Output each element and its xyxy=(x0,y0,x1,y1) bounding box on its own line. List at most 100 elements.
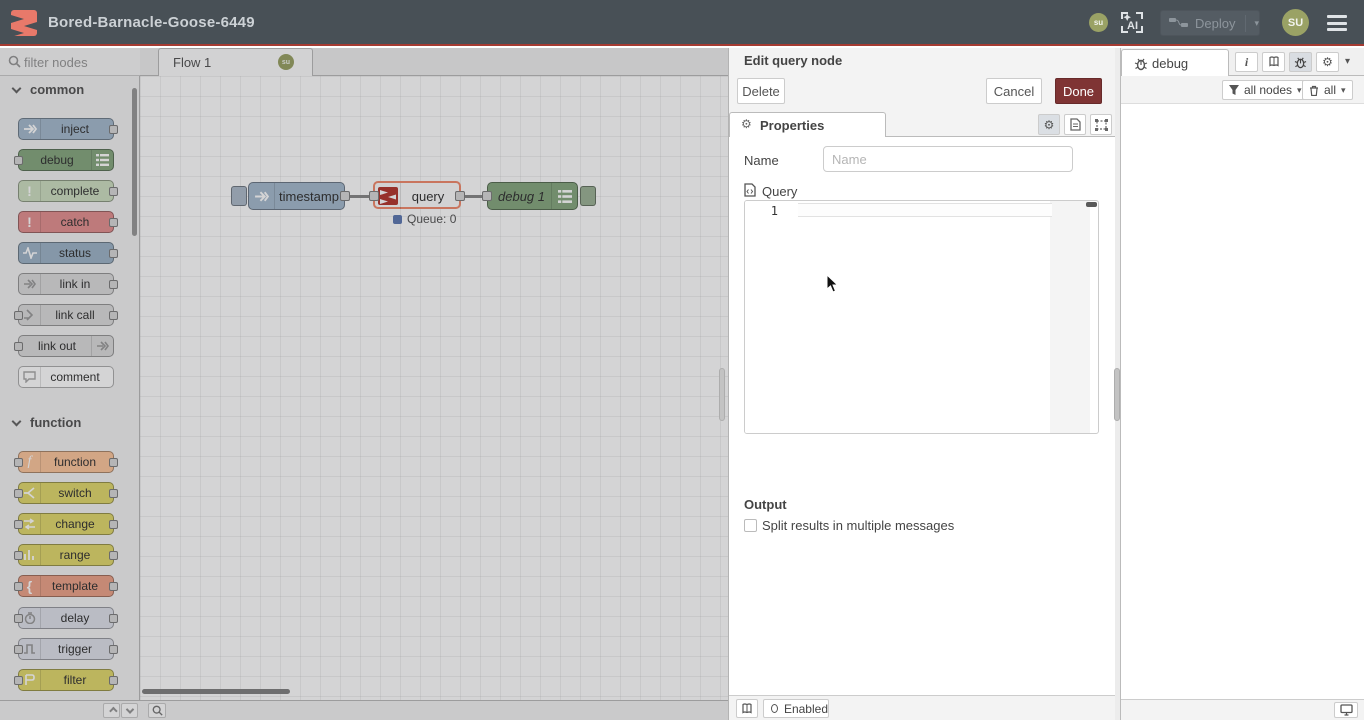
sidebar-menu-caret[interactable]: ▾ xyxy=(1345,56,1350,67)
palette-node-range[interactable]: range xyxy=(18,544,114,566)
canvas-node-query[interactable]: query xyxy=(373,181,461,209)
canvas-node-debug-1[interactable]: debug 1 xyxy=(487,182,578,210)
node-port[interactable] xyxy=(109,551,118,560)
palette-node-status[interactable]: status xyxy=(18,242,114,264)
node-port[interactable] xyxy=(14,489,23,498)
bug-icon xyxy=(1294,56,1307,69)
palette-node-function[interactable]: f function xyxy=(18,451,114,473)
node-port[interactable] xyxy=(14,311,23,320)
node-port[interactable] xyxy=(109,458,118,467)
edit-description-button[interactable] xyxy=(1064,114,1086,135)
palette-node-template[interactable]: { template xyxy=(18,575,114,597)
node-port[interactable] xyxy=(14,614,23,623)
category-function[interactable]: function xyxy=(0,413,139,435)
node-port[interactable] xyxy=(14,520,23,529)
palette-search[interactable] xyxy=(0,48,140,76)
node-port[interactable] xyxy=(109,676,118,685)
collaborator-avatar[interactable]: su xyxy=(1089,13,1108,32)
library-button[interactable] xyxy=(736,699,758,718)
node-port[interactable] xyxy=(14,342,23,351)
cancel-button[interactable]: Cancel xyxy=(986,78,1042,104)
canvas-node-timestamp[interactable]: timestamp xyxy=(248,182,345,210)
palette-node-filter[interactable]: filter xyxy=(18,669,114,691)
tab-debug[interactable]: debug xyxy=(1121,49,1229,76)
zoom-search-button[interactable] xyxy=(148,703,166,718)
config-tab-button[interactable]: ⚙ xyxy=(1316,52,1339,72)
deploy-caret-icon[interactable]: ▾ xyxy=(1245,15,1259,32)
palette-node-delay[interactable]: delay xyxy=(18,607,114,629)
open-in-window-button[interactable] xyxy=(1334,702,1358,718)
node-port[interactable] xyxy=(482,191,492,201)
edit-properties-button[interactable]: ⚙ xyxy=(1038,114,1060,135)
palette-node-comment[interactable]: comment xyxy=(18,366,114,388)
node-port[interactable] xyxy=(109,218,118,227)
node-port[interactable] xyxy=(109,489,118,498)
status-dot-icon xyxy=(393,215,402,224)
palette-node-complete[interactable]: ! complete xyxy=(18,180,114,202)
expand-all-button[interactable] xyxy=(121,703,138,718)
sidebar-resize-handle[interactable] xyxy=(1114,368,1120,421)
tray-resize-handle[interactable] xyxy=(719,368,725,421)
tab-flow-1[interactable]: Flow 1 su xyxy=(158,48,313,76)
workspace-grid[interactable]: timestamp query Queue: 0 debug 1 xyxy=(140,76,728,700)
palette-node-catch[interactable]: ! catch xyxy=(18,211,114,233)
node-port[interactable] xyxy=(109,520,118,529)
tab-properties[interactable]: ⚙ Properties xyxy=(729,112,886,137)
query-code-editor[interactable]: 1 xyxy=(744,200,1099,434)
node-appearance-button[interactable] xyxy=(1090,114,1112,135)
palette-scrollbar[interactable] xyxy=(132,88,137,236)
edit-tray-header: Edit query node xyxy=(729,48,1115,73)
line-number: 1 xyxy=(771,204,778,218)
node-port[interactable] xyxy=(109,125,118,134)
node-port[interactable] xyxy=(455,191,465,201)
delete-button[interactable]: Delete xyxy=(737,78,785,104)
node-enabled-toggle[interactable]: Enabled xyxy=(763,699,829,718)
split-results-checkbox[interactable] xyxy=(744,519,757,532)
node-port[interactable] xyxy=(14,582,23,591)
canvas-horizontal-scrollbar[interactable] xyxy=(142,689,290,694)
node-port[interactable] xyxy=(109,582,118,591)
editor-scroll-track[interactable] xyxy=(1050,201,1090,433)
palette-node-link-out[interactable]: link out xyxy=(18,335,114,357)
node-port[interactable] xyxy=(109,614,118,623)
inject-button[interactable] xyxy=(231,186,247,206)
debug-toggle-button[interactable] xyxy=(580,186,596,206)
node-status-text: Queue: 0 xyxy=(407,212,456,226)
node-port[interactable] xyxy=(340,191,350,201)
debug-clear-button[interactable]: all ▾ xyxy=(1302,80,1353,100)
category-common[interactable]: common xyxy=(0,80,139,102)
user-avatar[interactable]: SU xyxy=(1282,9,1309,36)
debug-tab-button[interactable] xyxy=(1289,52,1312,72)
name-input[interactable] xyxy=(823,146,1073,172)
node-port[interactable] xyxy=(109,311,118,320)
node-port[interactable] xyxy=(109,645,118,654)
node-port[interactable] xyxy=(14,458,23,467)
palette-node-link-in[interactable]: link in xyxy=(18,273,114,295)
collapse-all-button[interactable] xyxy=(103,703,120,718)
node-port[interactable] xyxy=(109,280,118,289)
palette-node-trigger[interactable]: trigger xyxy=(18,638,114,660)
node-port[interactable] xyxy=(14,156,23,165)
done-button[interactable]: Done xyxy=(1055,78,1102,104)
palette-node-debug[interactable]: debug xyxy=(18,149,114,171)
palette-node-inject[interactable]: inject xyxy=(18,118,114,140)
filter-nodes-input[interactable] xyxy=(24,52,132,72)
node-port[interactable] xyxy=(369,191,379,201)
main-menu-icon[interactable] xyxy=(1327,15,1347,31)
node-port[interactable] xyxy=(109,249,118,258)
palette-node-link-call[interactable]: link call xyxy=(18,304,114,326)
editor-scrollbar-thumb[interactable] xyxy=(1086,202,1097,207)
debug-filter-button[interactable]: all nodes ▾ xyxy=(1222,80,1309,100)
node-port[interactable] xyxy=(14,645,23,654)
info-tab-button[interactable]: i xyxy=(1235,52,1258,72)
node-port[interactable] xyxy=(109,187,118,196)
node-port[interactable] xyxy=(14,676,23,685)
query-label: Query xyxy=(762,184,797,199)
node-port[interactable] xyxy=(14,551,23,560)
palette-node-change[interactable]: change xyxy=(18,513,114,535)
deploy-button[interactable]: Deploy ▾ xyxy=(1160,10,1260,36)
help-tab-button[interactable] xyxy=(1262,52,1285,72)
palette-node-switch[interactable]: switch xyxy=(18,482,114,504)
header-bar: Bored-Barnacle-Goose-6449 su AI Deploy ▾… xyxy=(0,0,1364,46)
ai-assistant-icon[interactable]: AI xyxy=(1119,9,1145,36)
